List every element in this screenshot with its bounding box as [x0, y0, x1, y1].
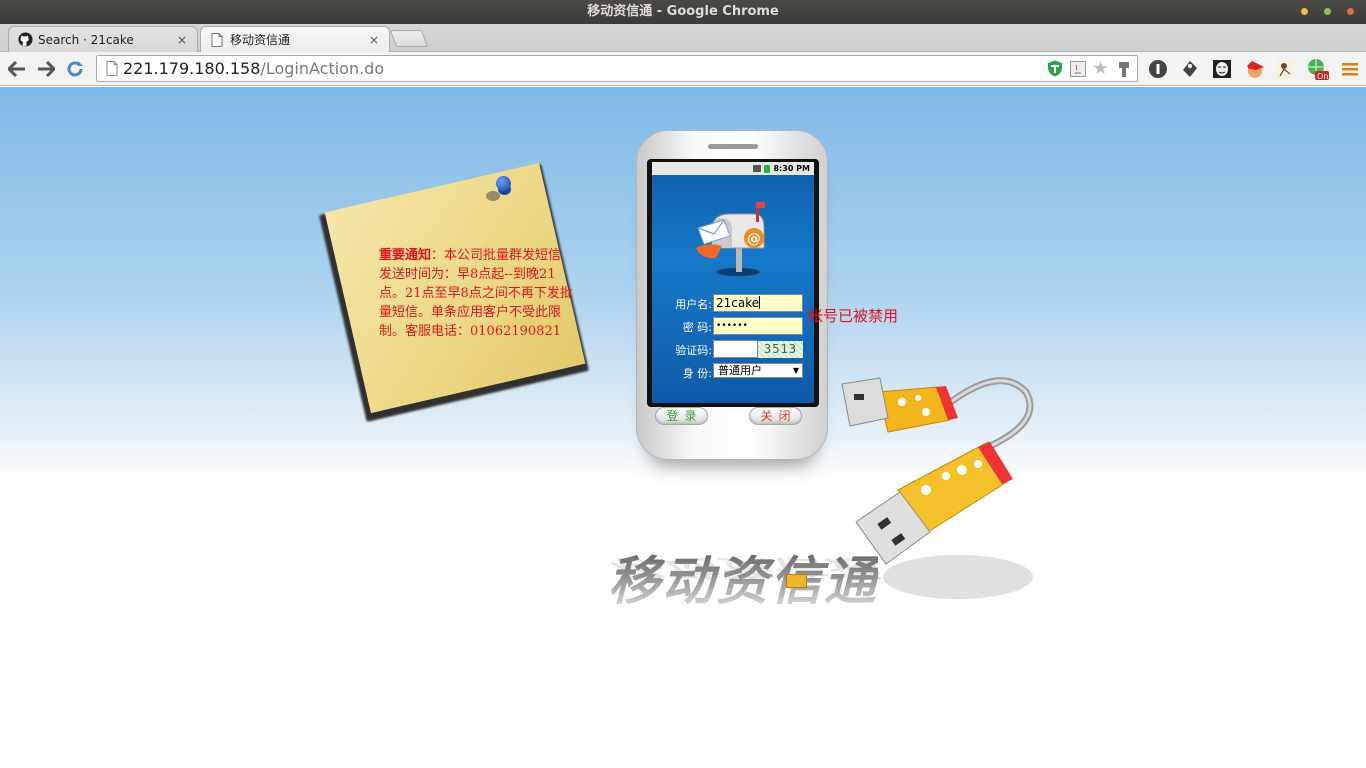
url-text: 221.179.180.158/LoginAction.do — [123, 59, 384, 78]
svg-text:On: On — [1317, 72, 1328, 80]
login-button[interactable]: 登录 — [655, 407, 708, 425]
window-title: 移动资信通 - Google Chrome — [587, 4, 779, 19]
extension-i-icon[interactable] — [1146, 57, 1170, 81]
forward-button[interactable] — [34, 57, 58, 81]
phone-status-bar: 8:30 PM — [652, 162, 814, 175]
phone-speaker — [708, 144, 758, 149]
password-input[interactable]: •••••• — [713, 317, 803, 335]
battery-icon — [764, 164, 771, 173]
notice-heading: 重要通知 — [379, 248, 432, 263]
pushpin-shadow — [486, 191, 500, 201]
page-icon — [209, 32, 225, 48]
tab-github-search[interactable]: Search · 21cake × — [8, 26, 198, 52]
mailbox-icon: @ — [696, 202, 765, 276]
tab-title: 移动资信通 — [230, 33, 291, 47]
role-row: 身 份: 普通用户 ▼ — [652, 363, 814, 382]
page-icon — [101, 61, 123, 76]
chevron-down-icon: ▼ — [792, 366, 799, 375]
extension-tag-icon[interactable] — [1178, 57, 1202, 81]
java-icon[interactable] — [1068, 59, 1087, 78]
role-select[interactable]: 普通用户 ▼ — [713, 363, 803, 378]
page-viewport: 重要通知：本公司批量群发短信发送时间为：早8点起--到晚21点。21点至早8点之… — [0, 87, 1366, 768]
svg-text:@: @ — [747, 231, 761, 247]
tab-strip: Search · 21cake × 移动资信通 × — [0, 24, 1366, 52]
phone-login-panel: 8:30 PM @ 用户名: 21cake 密 码: •••••• 验证码: 3… — [636, 130, 828, 460]
notice-text: 重要通知：本公司批量群发短信发送时间为：早8点起--到晚21点。21点至早8点之… — [379, 246, 573, 341]
forward-arrow-icon — [38, 61, 55, 77]
omnibox-icons: ★ — [1045, 58, 1133, 79]
back-button[interactable] — [5, 57, 29, 81]
envelope-icon — [786, 574, 807, 588]
username-label: 用户名: — [675, 298, 712, 311]
tab-close-icon[interactable]: × — [367, 33, 381, 47]
extension-mask-icon[interactable] — [1210, 57, 1234, 81]
error-message: 帐号已被禁用 — [808, 307, 899, 325]
browser-toolbar: 221.179.180.158/LoginAction.do ★ On — [0, 52, 1366, 86]
url-path: /LoginAction.do — [260, 59, 385, 78]
username-input[interactable]: 21cake — [713, 294, 803, 312]
captcha-image[interactable]: 3513 — [758, 341, 803, 358]
reload-button[interactable] — [63, 57, 87, 81]
signal-icon — [753, 165, 762, 172]
captcha-label: 验证码: — [675, 344, 712, 357]
logo-reflection: 移动资信通 — [608, 554, 879, 582]
role-label: 身 份: — [682, 367, 712, 380]
extension-globe-on-icon[interactable]: On — [1306, 57, 1330, 81]
minimize-button[interactable] — [1301, 8, 1308, 15]
menu-icon[interactable] — [1338, 57, 1362, 81]
status-time: 8:30 PM — [773, 164, 810, 173]
tab-close-icon[interactable]: × — [175, 33, 189, 47]
pushpin-head — [496, 176, 511, 191]
extension-person-icon[interactable] — [1274, 57, 1298, 81]
tab-mobile-credit[interactable]: 移动资信通 × — [200, 26, 390, 52]
back-arrow-icon — [8, 61, 25, 77]
username-value: 21cake — [716, 296, 760, 310]
reload-icon — [67, 61, 83, 77]
window-controls — [1301, 8, 1354, 15]
shield-icon[interactable] — [1045, 59, 1064, 78]
password-label: 密 码: — [682, 321, 712, 334]
tab-title: Search · 21cake — [38, 32, 134, 47]
text-caret — [759, 296, 761, 309]
window-titlebar: 移动资信通 - Google Chrome — [0, 0, 1366, 24]
address-bar[interactable]: 221.179.180.158/LoginAction.do ★ — [96, 55, 1138, 82]
maximize-button[interactable] — [1324, 8, 1331, 15]
phone-screen: 8:30 PM @ 用户名: 21cake 密 码: •••••• 验证码: 3… — [647, 159, 819, 407]
role-select-value: 普通用户 — [718, 364, 762, 377]
star-icon[interactable]: ★ — [1091, 58, 1110, 79]
password-row: 密 码: •••••• — [652, 317, 814, 336]
url-host: 221.179.180.158 — [123, 59, 261, 78]
new-tab-button[interactable] — [389, 30, 429, 47]
captcha-input[interactable] — [713, 340, 758, 358]
username-row: 用户名: 21cake — [652, 294, 814, 313]
captcha-row: 验证码: 3513 — [652, 340, 814, 359]
close-button[interactable]: 关闭 — [749, 407, 802, 425]
extension-icons: On — [1146, 57, 1362, 81]
phone-screen-inner: 8:30 PM @ 用户名: 21cake 密 码: •••••• 验证码: 3… — [652, 162, 814, 403]
close-window-button[interactable] — [1347, 8, 1354, 15]
extension-santa-icon[interactable] — [1242, 57, 1266, 81]
wrench-icon[interactable] — [1114, 59, 1133, 78]
github-icon — [17, 32, 33, 48]
